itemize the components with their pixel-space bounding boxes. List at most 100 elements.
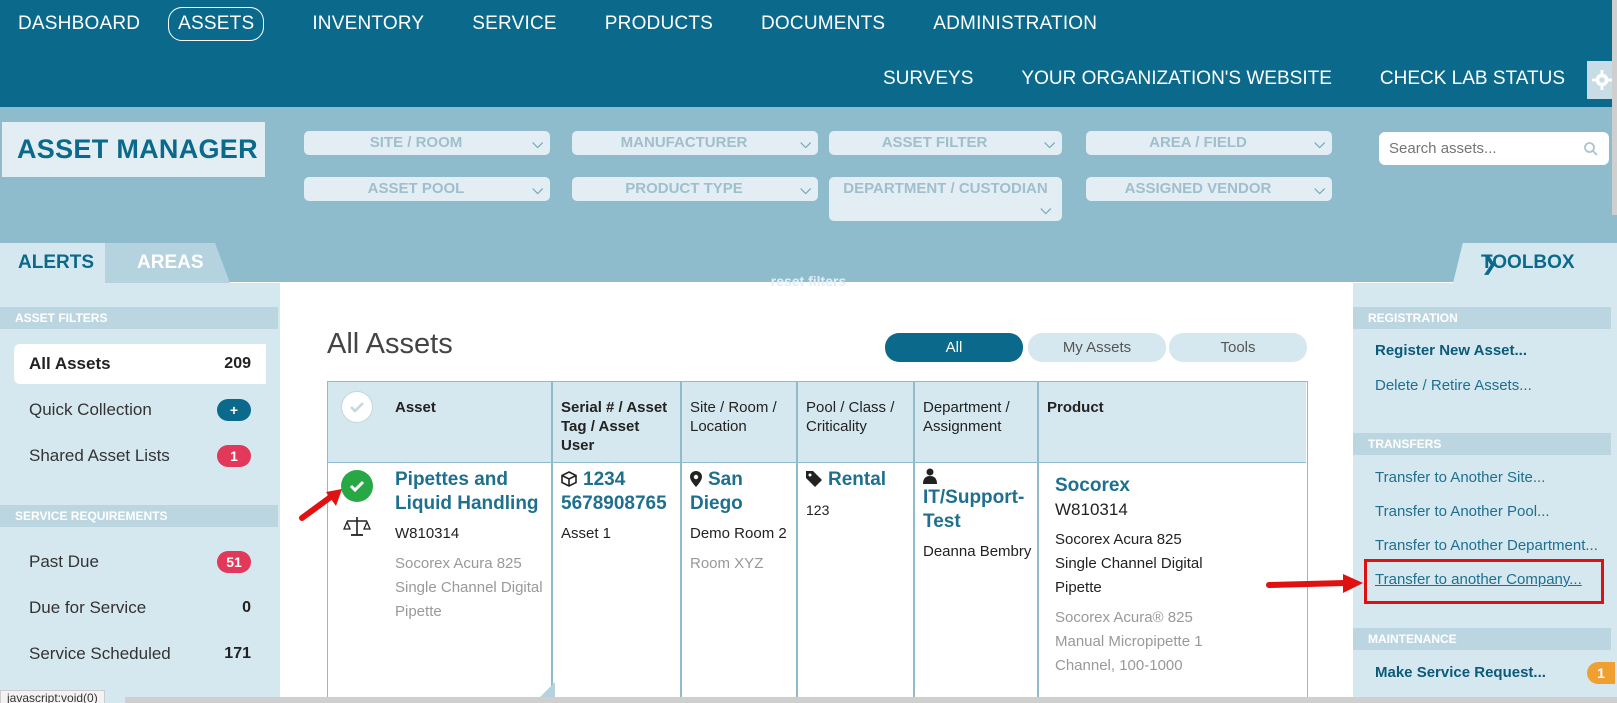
asset-user: Asset 1 (561, 525, 612, 542)
chevron-down-icon: ⌵ (800, 181, 811, 197)
filter-product-type-label: PRODUCT TYPE (625, 180, 743, 197)
sidebar-item-label: Past Due (29, 552, 99, 571)
transfer-department-link[interactable]: Transfer to Another Department... (1375, 537, 1598, 554)
register-new-asset-link[interactable]: Register New Asset... (1375, 342, 1527, 359)
nav-documents[interactable]: DOCUMENTS (761, 12, 885, 41)
chevron-down-icon: ⌵ (532, 135, 543, 151)
maintenance-header: MAINTENANCE (1353, 628, 1611, 650)
product-name: Socorex Acura 825 Single Channel Digital… (1055, 531, 1203, 596)
select-all-checkbox[interactable] (341, 391, 373, 423)
chevron-down-icon: ⌵ (1314, 181, 1325, 197)
sidebar-item-service-scheduled[interactable]: Service Scheduled 171 (14, 634, 266, 674)
location: Room XYZ (690, 555, 764, 572)
scale-icon (343, 517, 371, 536)
filter-asset-pool-label: ASSET POOL (367, 180, 465, 197)
search-input[interactable] (1379, 132, 1559, 165)
nav-assets[interactable]: ASSETS (168, 7, 265, 41)
sidebar-item-label: Quick Collection (29, 400, 152, 419)
search-box (1379, 132, 1609, 165)
col-divider (796, 382, 798, 703)
filter-area-field[interactable]: AREA / FIELD ⌵ (1086, 131, 1332, 155)
view-all-button[interactable]: All (885, 333, 1023, 362)
filter-manufacturer[interactable]: MANUFACTURER ⌵ (572, 131, 818, 155)
page-title-box: ASSET MANAGER (2, 122, 265, 177)
site-link[interactable]: San Diego (690, 468, 795, 516)
filter-site-room[interactable]: SITE / ROOM ⌵ (304, 131, 550, 155)
col-header-product[interactable]: Product (1047, 398, 1104, 417)
tag-icon (806, 471, 822, 487)
nav-products[interactable]: PRODUCTS (605, 12, 713, 41)
nav-org-website[interactable]: YOUR ORGANIZATION'S WEBSITE (1021, 67, 1331, 91)
sidebar-item-quick-collection[interactable]: Quick Collection + (14, 390, 266, 430)
count: 0 (242, 599, 251, 616)
col-header-serial[interactable]: Serial # / Asset Tag / Asset User (561, 398, 676, 455)
pool-name: Rental (828, 469, 887, 490)
asset-name-link[interactable]: Pipettes and Liquid Handling (395, 468, 545, 516)
service-requirements-header: SERVICE REQUIREMENTS (0, 505, 278, 527)
check-icon (350, 402, 364, 413)
filter-asset-pool[interactable]: ASSET POOL ⌵ (304, 177, 550, 201)
asset-code: W810314 (395, 525, 460, 542)
status-bar-url: javascript:void(0) (0, 690, 105, 703)
gear-icon (1591, 69, 1613, 91)
col-divider (913, 382, 915, 703)
sidebar-item-shared-lists[interactable]: Shared Asset Lists 1 (14, 436, 266, 476)
serial-cell: 1234 5678908765 Asset 1 (561, 468, 676, 546)
nav-surveys[interactable]: SURVEYS (883, 67, 973, 91)
filter-manufacturer-label: MANUFACTURER (620, 134, 748, 151)
transfer-pool-link[interactable]: Transfer to Another Pool... (1375, 503, 1550, 520)
filter-department-label: DEPARTMENT / CUSTODIAN (843, 180, 1048, 197)
nav-service[interactable]: SERVICE (472, 12, 556, 41)
site-cell: San Diego Demo Room 2 Room XYZ (690, 468, 795, 576)
view-my-assets-button[interactable]: My Assets (1028, 333, 1166, 362)
view-tools-button[interactable]: Tools (1169, 333, 1307, 362)
col-header-asset[interactable]: Asset (395, 398, 436, 417)
pool-cell: Rental 123 (806, 468, 911, 522)
count: 171 (224, 645, 251, 662)
service-request-badge: 1 (1587, 662, 1615, 684)
col-header-site[interactable]: Site / Room / Location (690, 398, 790, 436)
plus-badge[interactable]: + (217, 399, 251, 421)
transfers-header: TRANSFERS (1353, 433, 1611, 455)
make-service-request-link[interactable]: Make Service Request... (1375, 664, 1546, 681)
filter-asset-filter-label: ASSET FILTER (881, 134, 988, 151)
nav-dashboard[interactable]: DASHBOARD (18, 12, 140, 41)
sidebar-item-label: Service Scheduled (29, 644, 171, 663)
department-link[interactable]: IT/Support-Test (923, 486, 1033, 534)
nav-administration[interactable]: ADMINISTRATION (933, 12, 1097, 41)
horizontal-scrollbar[interactable] (125, 697, 1617, 703)
user-icon (923, 468, 937, 484)
filter-site-room-label: SITE / ROOM (369, 134, 463, 151)
col-header-pool[interactable]: Pool / Class / Criticality (806, 398, 906, 436)
product-code: W810314 (1055, 500, 1128, 519)
filter-assigned-vendor[interactable]: ASSIGNED VENDOR ⌵ (1086, 177, 1332, 201)
vertical-scrollbar[interactable] (1612, 0, 1617, 215)
count-badge: 51 (217, 551, 251, 573)
pool-link[interactable]: Rental (806, 468, 911, 492)
chevron-down-icon: ⌵ (1314, 135, 1325, 151)
room: Demo Room 2 (690, 525, 787, 542)
col-header-department[interactable]: Department / Assignment (923, 398, 1033, 436)
transfer-site-link[interactable]: Transfer to Another Site... (1375, 469, 1545, 486)
delete-retire-link[interactable]: Delete / Retire Assets... (1375, 377, 1532, 394)
sidebar-item-label: Due for Service (29, 598, 147, 617)
search-icon[interactable] (1583, 141, 1599, 157)
sidebar-item-all-assets[interactable]: All Assets 209 (14, 344, 266, 384)
tab-alerts-label: ALERTS (18, 252, 94, 273)
filter-asset-filter[interactable]: ASSET FILTER ⌵ (829, 131, 1062, 155)
filter-product-type[interactable]: PRODUCT TYPE ⌵ (572, 177, 818, 201)
map-pin-icon (690, 471, 702, 487)
asset-description: Socorex Acura 825 Single Channel Digital… (395, 555, 543, 620)
serial-link[interactable]: 1234 5678908765 (561, 468, 676, 516)
annotation-arrow (1266, 574, 1363, 593)
chevron-down-icon: ⌵ (1040, 201, 1052, 217)
sidebar-item-label: Shared Asset Lists (29, 446, 170, 465)
product-brand-link[interactable]: Socorex (1055, 474, 1295, 498)
nav-inventory[interactable]: INVENTORY (312, 12, 424, 41)
sidebar-item-due-for-service[interactable]: Due for Service 0 (14, 588, 266, 628)
chevron-down-icon: ⌵ (532, 181, 543, 197)
nav-check-lab-status[interactable]: CHECK LAB STATUS (1380, 67, 1565, 91)
filter-department-custodian[interactable]: DEPARTMENT / CUSTODIAN ⌵ (829, 177, 1062, 221)
sidebar-item-past-due[interactable]: Past Due 51 (14, 542, 266, 582)
secondary-nav: SURVEYS YOUR ORGANIZATION'S WEBSITE CHEC… (835, 67, 1565, 91)
